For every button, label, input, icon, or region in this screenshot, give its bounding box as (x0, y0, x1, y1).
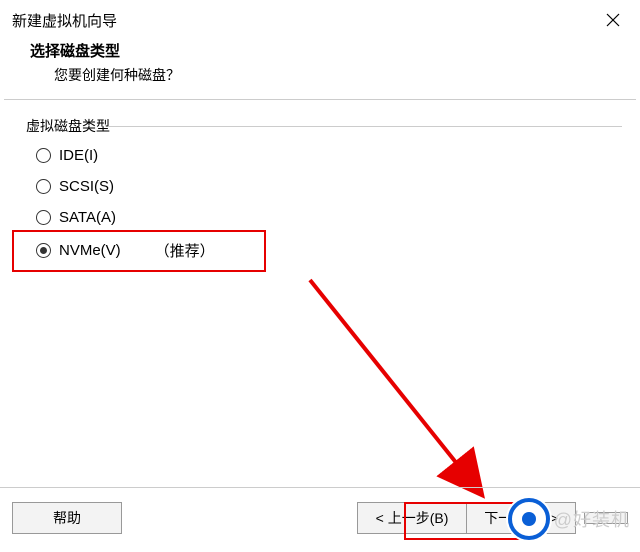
radio-icon (36, 243, 51, 258)
radio-option-ide[interactable]: IDE(I) (36, 140, 622, 171)
annotation-arrow (300, 270, 520, 500)
fieldset-legend: 虚拟磁盘类型 (22, 116, 114, 136)
radio-option-nvme[interactable]: NVMe(V) （推荐） (36, 233, 622, 268)
watermark: @好装机 (508, 496, 630, 542)
radio-icon (36, 179, 51, 194)
page-title: 选择磁盘类型 (30, 40, 610, 61)
wizard-header: 选择磁盘类型 您要创建何种磁盘？ (0, 40, 640, 99)
radio-icon (36, 148, 51, 163)
fieldset-line (108, 126, 622, 127)
help-button[interactable]: 帮助 (12, 502, 122, 534)
watermark-text: @好装机 (554, 506, 630, 532)
radio-option-sata[interactable]: SATA(A) (36, 202, 622, 233)
back-button[interactable]: < 上一步(B) (357, 502, 467, 534)
window-title: 新建虚拟机向导 (12, 10, 117, 31)
watermark-logo-icon (508, 498, 550, 540)
close-icon[interactable] (598, 5, 628, 35)
radio-label: SCSI(S) (59, 178, 114, 195)
radio-group: IDE(I) SCSI(S) SATA(A) NVMe(V) (18, 130, 622, 268)
titlebar: 新建虚拟机向导 (0, 0, 640, 40)
radio-label: SATA(A) (59, 209, 116, 226)
radio-label: IDE(I) (59, 147, 98, 164)
page-subtitle: 您要创建何种磁盘？ (54, 65, 610, 85)
radio-option-scsi[interactable]: SCSI(S) (36, 171, 622, 202)
disk-type-fieldset: 虚拟磁盘类型 IDE(I) SCSI(S) SATA(A) (18, 118, 622, 268)
recommend-label: （推荐） (155, 240, 215, 261)
content-area: 虚拟磁盘类型 IDE(I) SCSI(S) SATA(A) (0, 100, 640, 268)
radio-icon (36, 210, 51, 225)
radio-label: NVMe(V) (59, 242, 121, 259)
